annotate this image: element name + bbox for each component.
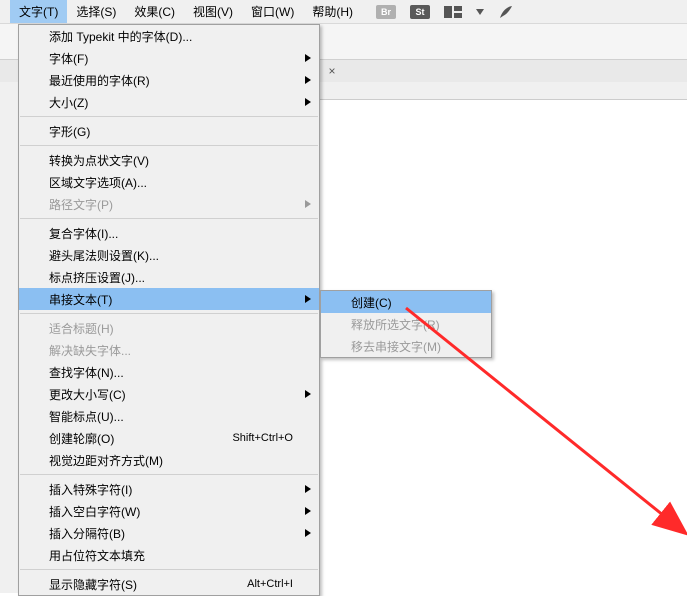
menu-item-insert-whitespace[interactable]: 插入空白字符(W): [19, 500, 319, 522]
menu-item-path-type: 路径文字(P): [19, 193, 319, 215]
threaded-text-submenu: 创建(C) 释放所选文字(R) 移去串接文字(M): [320, 290, 492, 358]
menu-separator: [20, 313, 318, 314]
submenu-arrow-icon: [305, 390, 311, 398]
submenu-arrow-icon: [305, 54, 311, 62]
feather-icon[interactable]: [498, 4, 514, 20]
menu-separator: [20, 569, 318, 570]
ruler-vertical: [0, 82, 20, 593]
submenu-arrow-icon: [305, 295, 311, 303]
submenu-arrow-icon: [305, 529, 311, 537]
menu-item-fit-headline: 适合标题(H): [19, 317, 319, 339]
menu-item-kinsoku[interactable]: 避头尾法则设置(K)...: [19, 244, 319, 266]
menubar-right-icons: Br St: [376, 0, 514, 23]
menu-type[interactable]: 文字(T): [10, 0, 67, 23]
menu-item-glyphs[interactable]: 字形(G): [19, 120, 319, 142]
menu-label: 窗口(W): [251, 3, 294, 20]
submenu-item-remove-threading: 移去串接文字(M): [321, 335, 491, 357]
submenu-arrow-icon: [305, 507, 311, 515]
menu-item-optical-margin[interactable]: 视觉边距对齐方式(M): [19, 449, 319, 471]
menu-help[interactable]: 帮助(H): [303, 0, 362, 23]
submenu-arrow-icon: [305, 98, 311, 106]
menu-item-size[interactable]: 大小(Z): [19, 91, 319, 113]
shortcut-label: Shift+Ctrl+O: [232, 432, 293, 444]
submenu-arrow-icon: [305, 200, 311, 208]
menu-item-mojikumi[interactable]: 标点挤压设置(J)...: [19, 266, 319, 288]
menu-item-threaded-text[interactable]: 串接文本(T): [19, 288, 319, 310]
menu-item-font[interactable]: 字体(F): [19, 47, 319, 69]
submenu-arrow-icon: [305, 76, 311, 84]
chevron-down-icon[interactable]: [476, 9, 484, 15]
menu-effect[interactable]: 效果(C): [125, 0, 184, 23]
menu-label: 选择(S): [76, 3, 116, 20]
menu-item-placeholder-text[interactable]: 用占位符文本填充: [19, 544, 319, 566]
submenu-item-release-selection: 释放所选文字(R): [321, 313, 491, 335]
bridge-icon[interactable]: Br: [376, 5, 396, 19]
shortcut-label: Alt+Ctrl+I: [247, 578, 293, 590]
menu-item-insert-break[interactable]: 插入分隔符(B): [19, 522, 319, 544]
menu-separator: [20, 218, 318, 219]
menu-separator: [20, 145, 318, 146]
menu-item-area-type-options[interactable]: 区域文字选项(A)...: [19, 171, 319, 193]
menu-item-insert-special[interactable]: 插入特殊字符(I): [19, 478, 319, 500]
close-icon: ×: [328, 64, 335, 78]
menu-item-composite-fonts[interactable]: 复合字体(I)...: [19, 222, 319, 244]
stock-icon[interactable]: St: [410, 5, 430, 19]
menu-label: 效果(C): [134, 3, 175, 20]
menu-item-create-outlines[interactable]: 创建轮廓(O)Shift+Ctrl+O: [19, 427, 319, 449]
menu-label: 文字(T): [19, 3, 58, 20]
menu-item-resolve-missing-fonts: 解决缺失字体...: [19, 339, 319, 361]
menu-item-convert-point[interactable]: 转换为点状文字(V): [19, 149, 319, 171]
menu-select[interactable]: 选择(S): [67, 0, 125, 23]
menu-label: 视图(V): [193, 3, 233, 20]
menubar: 文字(T) 选择(S) 效果(C) 视图(V) 窗口(W) 帮助(H) Br S…: [0, 0, 687, 24]
arrange-documents-icon[interactable]: [444, 6, 462, 18]
menu-item-add-typekit[interactable]: 添加 Typekit 中的字体(D)...: [19, 25, 319, 47]
menu-separator: [20, 116, 318, 117]
menu-view[interactable]: 视图(V): [184, 0, 242, 23]
submenu-item-create[interactable]: 创建(C): [321, 291, 491, 313]
menu-item-smart-punctuation[interactable]: 智能标点(U)...: [19, 405, 319, 427]
menu-item-find-font[interactable]: 查找字体(N)...: [19, 361, 319, 383]
menu-item-recent-fonts[interactable]: 最近使用的字体(R): [19, 69, 319, 91]
menu-item-show-hidden-chars[interactable]: 显示隐藏字符(S)Alt+Ctrl+I: [19, 573, 319, 595]
menu-window[interactable]: 窗口(W): [242, 0, 303, 23]
menu-label: 帮助(H): [312, 3, 353, 20]
close-tab-button[interactable]: ×: [324, 63, 340, 79]
menu-separator: [20, 474, 318, 475]
type-menu-dropdown: 添加 Typekit 中的字体(D)... 字体(F) 最近使用的字体(R) 大…: [18, 24, 320, 596]
menu-item-change-case[interactable]: 更改大小写(C): [19, 383, 319, 405]
submenu-arrow-icon: [305, 485, 311, 493]
